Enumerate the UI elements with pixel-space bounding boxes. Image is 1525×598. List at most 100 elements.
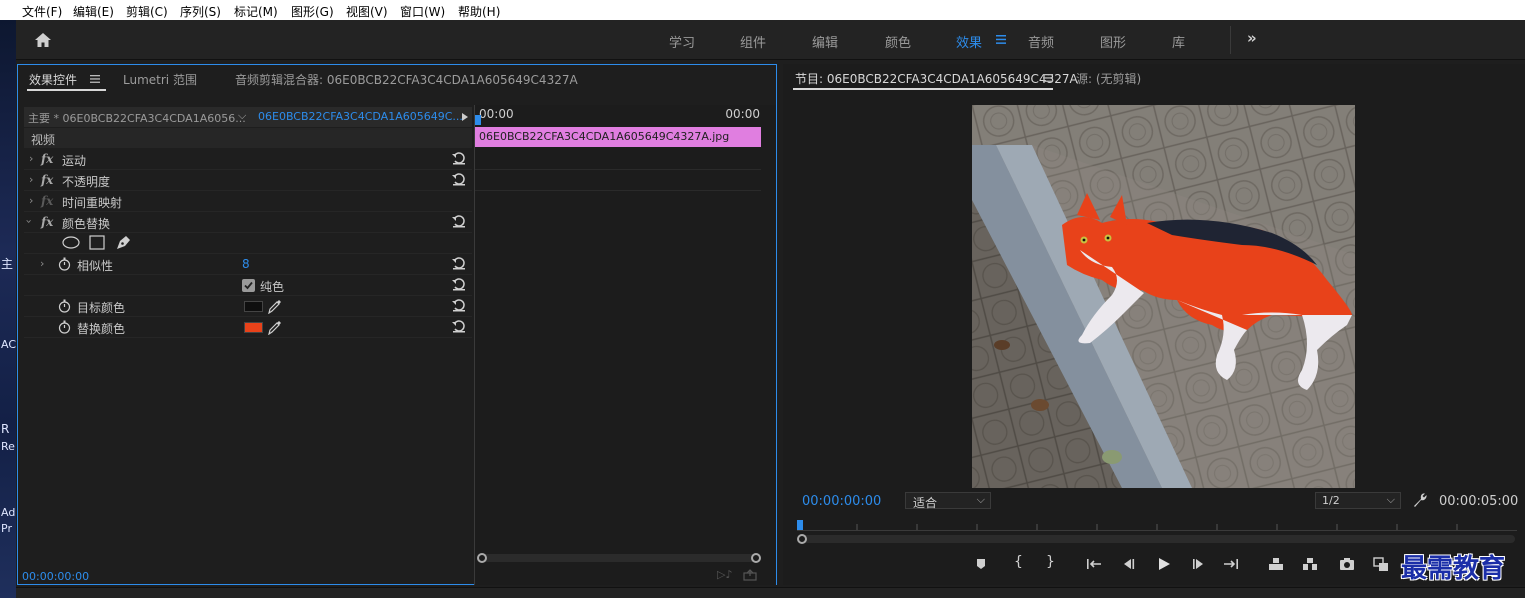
chevron-right-icon[interactable]: › <box>29 152 33 165</box>
workspace-assembly[interactable]: 组件 <box>740 32 766 51</box>
menu-marker[interactable]: 标记(M) <box>234 3 278 20</box>
horizontal-scrollbar[interactable] <box>477 553 761 563</box>
panel-timecode[interactable]: 00:00:00:00 <box>22 570 89 583</box>
play-triangle-icon[interactable] <box>462 113 468 121</box>
fx-icon[interactable]: fx <box>41 215 53 229</box>
mark-out-icon[interactable]: } <box>1046 554 1064 572</box>
reset-icon[interactable] <box>451 255 467 271</box>
tab-program[interactable]: 节目: 06E0BCB22CFA3C4CDA1A605649C4327A <box>795 70 1078 87</box>
wrench-icon[interactable] <box>1412 492 1428 508</box>
tab-effect-controls[interactable]: 效果控件 <box>29 71 77 88</box>
mark-in-icon[interactable]: { <box>1014 554 1032 572</box>
target-color-swatch[interactable] <box>244 301 263 312</box>
comparison-view-icon[interactable] <box>1372 555 1390 573</box>
chevron-down-icon[interactable]: ⌵ <box>238 109 246 123</box>
step-back-icon[interactable] <box>1120 555 1138 573</box>
chevron-down-icon[interactable]: › <box>23 219 36 223</box>
workspace-menu-icon[interactable] <box>996 35 1006 44</box>
eyedropper-icon[interactable] <box>268 299 282 314</box>
effect-label: 不透明度 <box>62 175 111 189</box>
workspace-graphics[interactable]: 图形 <box>1100 32 1126 51</box>
go-to-in-icon[interactable] <box>1085 555 1103 573</box>
chevron-right-icon[interactable]: › <box>40 257 44 270</box>
tab-lumetri-scopes[interactable]: Lumetri 范围 <box>123 71 197 88</box>
active-tab-underline <box>27 89 106 91</box>
time-ruler[interactable] <box>797 520 1517 544</box>
menu-sequence[interactable]: 序列(S) <box>180 3 221 20</box>
replace-color-swatch[interactable] <box>244 322 263 333</box>
step-forward-icon[interactable] <box>1189 555 1207 573</box>
program-timecode[interactable]: 00:00:00:00 <box>802 494 881 509</box>
workspace-editing[interactable]: 编辑 <box>812 32 838 51</box>
export-frame-icon[interactable] <box>1338 555 1356 573</box>
stopwatch-icon[interactable] <box>58 320 71 334</box>
video-frame[interactable] <box>972 105 1355 488</box>
workspace-color[interactable]: 颜色 <box>885 32 911 51</box>
timeline-start: 00:00 <box>479 107 514 121</box>
fx-icon[interactable]: fx <box>41 152 53 166</box>
video-section-header: 视频 <box>24 128 472 148</box>
ellipse-mask-icon[interactable] <box>62 236 80 249</box>
desktop-label: R <box>1 422 10 436</box>
zoom-scrollbar[interactable] <box>797 534 1515 544</box>
audio-icon[interactable]: ▷♪ <box>717 568 732 581</box>
workspace-effects[interactable]: 效果 <box>956 32 982 51</box>
reset-icon[interactable] <box>451 297 467 313</box>
effect-row-opacity[interactable]: › fx 不透明度 <box>24 170 472 191</box>
menu-window[interactable]: 窗口(W) <box>400 3 445 20</box>
rectangle-mask-icon[interactable] <box>89 235 105 250</box>
param-label: 纯色 <box>260 280 285 294</box>
effect-row-motion[interactable]: › fx 运动 <box>24 149 472 170</box>
similarity-value[interactable]: 8 <box>242 257 250 271</box>
chevron-right-icon[interactable]: › <box>29 173 33 186</box>
reset-icon[interactable] <box>451 150 467 166</box>
pen-mask-icon[interactable] <box>115 235 131 251</box>
tab-audio-clip-mixer[interactable]: 音频剪辑混合器: 06E0BCB22CFA3C4CDA1A605649C4327… <box>235 71 578 88</box>
master-clip-label[interactable]: 主要 * 06E0BCB22CFA3C4CDA1A6056... <box>28 110 246 126</box>
menu-clip[interactable]: 剪辑(C) <box>126 3 168 20</box>
ruler-ticks <box>856 524 1458 530</box>
stopwatch-icon[interactable] <box>58 299 71 313</box>
divider <box>1230 26 1231 54</box>
menu-graphics[interactable]: 图形(G) <box>291 3 334 20</box>
export-icon[interactable] <box>743 569 757 581</box>
extract-icon[interactable] <box>1301 555 1319 573</box>
effect-timeline[interactable]: 00:00 00:00 06E0BCB22CFA3C4CDA1A605649C4… <box>474 105 776 585</box>
panel-menu-icon[interactable] <box>90 75 100 83</box>
desktop-label: 主 <box>1 257 14 271</box>
eyedropper-icon[interactable] <box>268 320 282 335</box>
lift-icon[interactable] <box>1267 555 1285 573</box>
clip-bar[interactable]: 06E0BCB22CFA3C4CDA1A605649C4327A.jpg <box>475 127 761 147</box>
add-marker-icon[interactable] <box>972 555 990 573</box>
grid-line <box>475 169 761 170</box>
param-row-solid: 纯色 <box>24 275 472 296</box>
reset-icon[interactable] <box>451 213 467 229</box>
clip-label[interactable]: 06E0BCB22CFA3C4CDA1A605649C... <box>258 110 463 123</box>
clip-bar-label: 06E0BCB22CFA3C4CDA1A605649C4327A.jpg <box>479 130 730 143</box>
stopwatch-icon[interactable] <box>58 257 71 271</box>
menu-edit[interactable]: 编辑(E) <box>73 3 114 20</box>
play-icon[interactable] <box>1155 555 1173 573</box>
home-icon[interactable] <box>34 32 52 48</box>
effect-row-time-remap[interactable]: › fx 时间重映射 <box>24 191 472 212</box>
effect-row-color-replace[interactable]: › fx 颜色替换 <box>23 212 472 233</box>
menu-file[interactable]: 文件(F) <box>22 3 62 20</box>
solid-checkbox[interactable] <box>242 279 255 292</box>
workspace-audio[interactable]: 音频 <box>1028 32 1054 51</box>
workspace-libraries[interactable]: 库 <box>1172 32 1185 51</box>
fx-icon[interactable]: fx <box>41 173 53 187</box>
menu-view[interactable]: 视图(V) <box>346 3 388 20</box>
resolution-dropdown[interactable]: 1/2 ⌵ <box>1315 492 1401 509</box>
fit-dropdown[interactable]: 适合 ⌵ <box>905 492 991 510</box>
reset-icon[interactable] <box>451 276 467 292</box>
tab-source[interactable]: 源: (无剪辑) <box>1076 70 1141 87</box>
chevron-right-icon[interactable]: › <box>29 194 33 207</box>
playhead[interactable] <box>475 115 481 125</box>
reset-icon[interactable] <box>451 171 467 187</box>
menu-help[interactable]: 帮助(H) <box>458 3 500 20</box>
reset-icon[interactable] <box>451 318 467 334</box>
go-to-out-icon[interactable] <box>1222 555 1240 573</box>
panel-menu-icon[interactable] <box>1043 74 1053 82</box>
overflow-chevron-icon[interactable]: » <box>1247 29 1257 47</box>
workspace-learn[interactable]: 学习 <box>669 32 695 51</box>
